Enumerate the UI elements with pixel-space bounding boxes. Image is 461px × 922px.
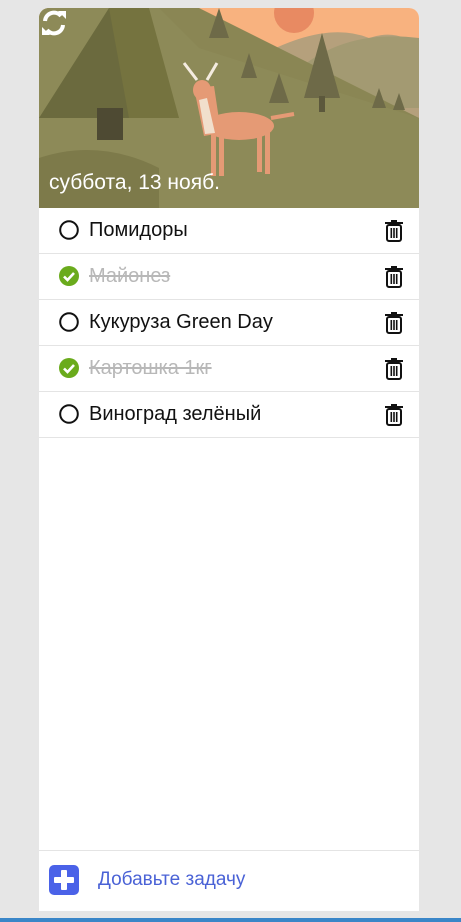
task-label[interactable]: Виноград зелёный	[89, 403, 261, 426]
task-label[interactable]: Майонез	[89, 265, 170, 288]
bottom-bar	[0, 918, 461, 922]
checked-circle-icon[interactable]	[59, 358, 79, 378]
task-label[interactable]: Кукуруза Green Day	[89, 311, 273, 334]
todo-card: суббота, 13 нояб. Помидоры Майонез Кукуруз…	[39, 8, 419, 911]
add-task-button[interactable]: Добавьте задачу	[98, 869, 245, 891]
header-image: суббота, 13 нояб.	[39, 8, 419, 208]
trash-icon[interactable]	[384, 311, 404, 334]
date-label: суббота, 13 нояб.	[49, 171, 220, 194]
unchecked-circle-icon[interactable]	[59, 312, 79, 332]
unchecked-circle-icon[interactable]	[59, 220, 79, 240]
add-task-plus-icon[interactable]	[49, 865, 79, 895]
task-row: Помидоры	[39, 208, 419, 254]
trash-icon[interactable]	[384, 357, 404, 380]
checked-circle-icon[interactable]	[59, 266, 79, 286]
task-row: Майонез	[39, 254, 419, 300]
task-row: Картошка 1кг	[39, 346, 419, 392]
unchecked-circle-icon[interactable]	[59, 404, 79, 424]
task-label[interactable]: Помидоры	[89, 219, 188, 242]
trash-icon[interactable]	[384, 219, 404, 242]
add-task-bar: Добавьте задачу	[39, 850, 419, 911]
trash-icon[interactable]	[384, 403, 404, 426]
task-list: Помидоры Майонез Кукуруза Green Day Картошк…	[39, 208, 419, 438]
trash-icon[interactable]	[384, 265, 404, 288]
refresh-icon[interactable]	[39, 8, 69, 38]
task-row: Виноград зелёный	[39, 392, 419, 438]
task-label[interactable]: Картошка 1кг	[89, 357, 212, 380]
task-row: Кукуруза Green Day	[39, 300, 419, 346]
